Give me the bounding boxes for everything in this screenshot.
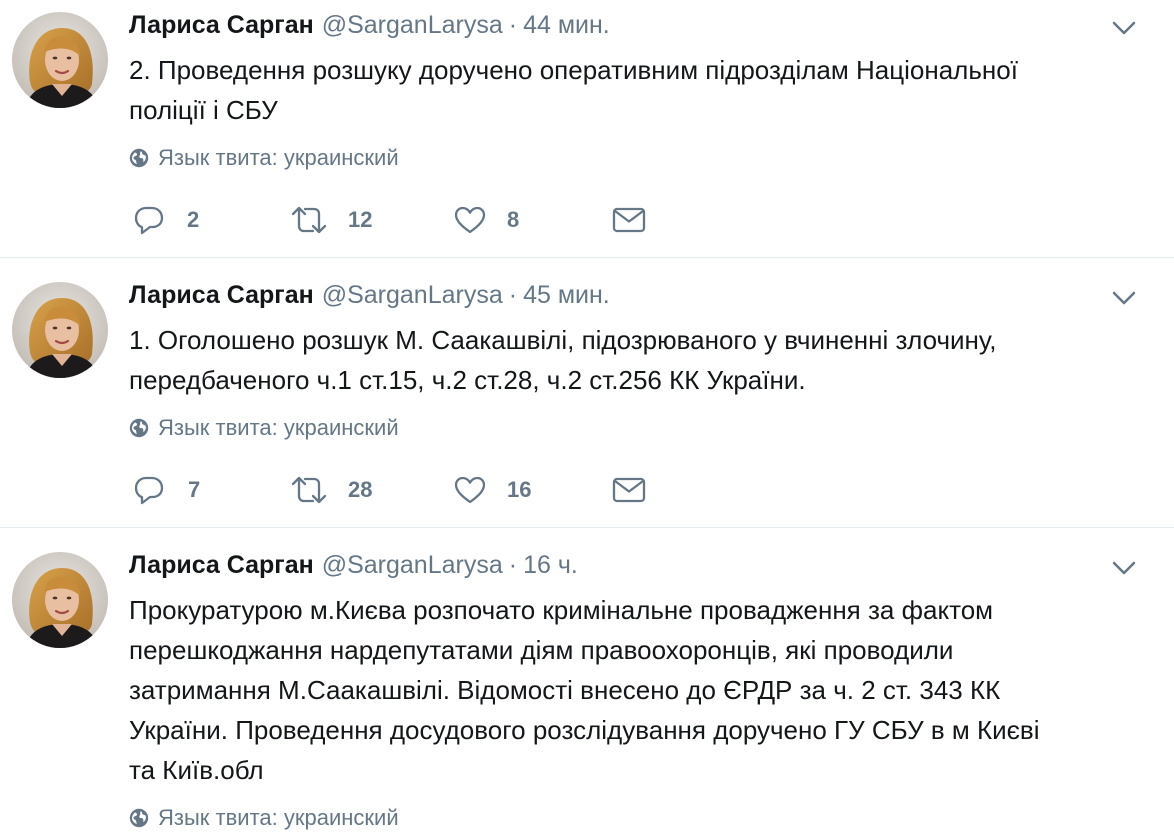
- tweet-text-line: Прокуратурою м.Києва розпочато криміналь…: [129, 595, 994, 625]
- speech-bubble-icon: [133, 474, 165, 506]
- like-button[interactable]: 8: [453, 200, 519, 240]
- chevron-down-icon[interactable]: [1110, 554, 1138, 582]
- like-button[interactable]: 16: [453, 470, 531, 510]
- reply-count: 7: [188, 477, 201, 502]
- tweet-text: 1. Оголошено розшук М. Саакашвілі, підоз…: [129, 320, 1139, 400]
- globe-icon: [129, 148, 149, 168]
- retweet-button[interactable]: 12: [289, 200, 372, 240]
- tweet-text: 2. Проведення розшуку доручено оперативн…: [129, 50, 1139, 130]
- separator-dot: ·: [508, 11, 518, 39]
- retweet-arrows-icon: [289, 474, 329, 506]
- separator-dot: ·: [508, 551, 518, 579]
- chevron-down-icon[interactable]: [1110, 284, 1138, 312]
- globe-icon: [129, 418, 149, 438]
- tweet-language[interactable]: Язык твита: украинский: [129, 145, 399, 171]
- tweet-language-label: Язык твита: украинский: [158, 415, 399, 440]
- tweet-text-line: перешкоджання нардепутатами діям правоох…: [129, 635, 954, 665]
- tweet-text-line: України. Проведення досудового розслідув…: [129, 715, 1040, 745]
- globe-icon: [129, 808, 149, 828]
- tweet-language-label: Язык твита: украинский: [158, 145, 399, 170]
- tweet-text-line: поліції і СБУ: [129, 95, 278, 125]
- like-count: 8: [507, 207, 520, 232]
- envelope-icon: [612, 476, 646, 504]
- author-handle[interactable]: @SarganLarysa: [322, 281, 503, 309]
- tweet-text-line: затримання М.Саакашвілі. Відомості внесе…: [129, 675, 1001, 705]
- tweet-actions: 2 12 8: [129, 200, 729, 240]
- author-name[interactable]: Лариса Сарган: [129, 281, 314, 309]
- tweet-language-label: Язык твита: украинский: [158, 805, 399, 830]
- author-handle[interactable]: @SarganLarysa: [322, 11, 503, 39]
- timestamp[interactable]: 45 мин.: [523, 281, 610, 309]
- reply-button[interactable]: 2: [133, 200, 199, 240]
- tweet-language[interactable]: Язык твита: украинский: [129, 415, 399, 441]
- chevron-down-icon[interactable]: [1110, 14, 1138, 42]
- direct-message-button[interactable]: [612, 200, 646, 240]
- retweet-button[interactable]: 28: [289, 470, 372, 510]
- divider: [0, 527, 1174, 528]
- author-name[interactable]: Лариса Сарган: [129, 551, 314, 579]
- tweet-text: Прокуратурою м.Києва розпочато криміналь…: [129, 590, 1139, 790]
- like-count: 16: [507, 477, 532, 502]
- author-name[interactable]: Лариса Сарган: [129, 11, 314, 39]
- tweet[interactable]: Лариса Сарган @SarganLarysa · 44 мин. 2. Пр…: [0, 0, 1174, 258]
- tweet-actions: 7 28 16: [129, 470, 729, 510]
- avatar[interactable]: [12, 282, 108, 378]
- tweet-text-line: 1. Оголошено розшук М. Саакашвілі, підоз…: [129, 325, 997, 355]
- reply-count: 2: [187, 207, 200, 232]
- retweet-count: 12: [348, 207, 373, 232]
- timestamp[interactable]: 16 ч.: [523, 551, 578, 579]
- tweet-text-line: передбаченого ч.1 ст.15, ч.2 ст.28, ч.2 …: [129, 365, 806, 395]
- avatar[interactable]: [12, 12, 108, 108]
- tweet-text-line: 2. Проведення розшуку доручено оперативн…: [129, 55, 1018, 85]
- timestamp[interactable]: 44 мин.: [523, 11, 610, 39]
- tweet-language[interactable]: Язык твита: украинский: [129, 805, 399, 831]
- retweet-count: 28: [348, 477, 373, 502]
- tweet-header: Лариса Сарган @SarganLarysa · 16 ч.: [129, 550, 578, 580]
- tweet-text-line: та Київ.обл: [129, 755, 264, 785]
- divider: [0, 257, 1174, 258]
- heart-icon: [453, 474, 487, 506]
- author-handle[interactable]: @SarganLarysa: [322, 551, 503, 579]
- tweet[interactable]: Лариса Сарган @SarganLarysa · 45 мин. 1. Ог…: [0, 270, 1174, 528]
- tweet[interactable]: Лариса Сарган @SarganLarysa · 16 ч. Прокура…: [0, 540, 1174, 836]
- speech-bubble-icon: [133, 204, 165, 236]
- envelope-icon: [612, 206, 646, 234]
- heart-icon: [453, 204, 487, 236]
- avatar[interactable]: [12, 552, 108, 648]
- separator-dot: ·: [508, 281, 518, 309]
- retweet-arrows-icon: [289, 204, 329, 236]
- tweet-header: Лариса Сарган @SarganLarysa · 45 мин.: [129, 280, 610, 310]
- direct-message-button[interactable]: [612, 470, 646, 510]
- tweet-header: Лариса Сарган @SarganLarysa · 44 мин.: [129, 10, 610, 40]
- reply-button[interactable]: 7: [133, 470, 200, 510]
